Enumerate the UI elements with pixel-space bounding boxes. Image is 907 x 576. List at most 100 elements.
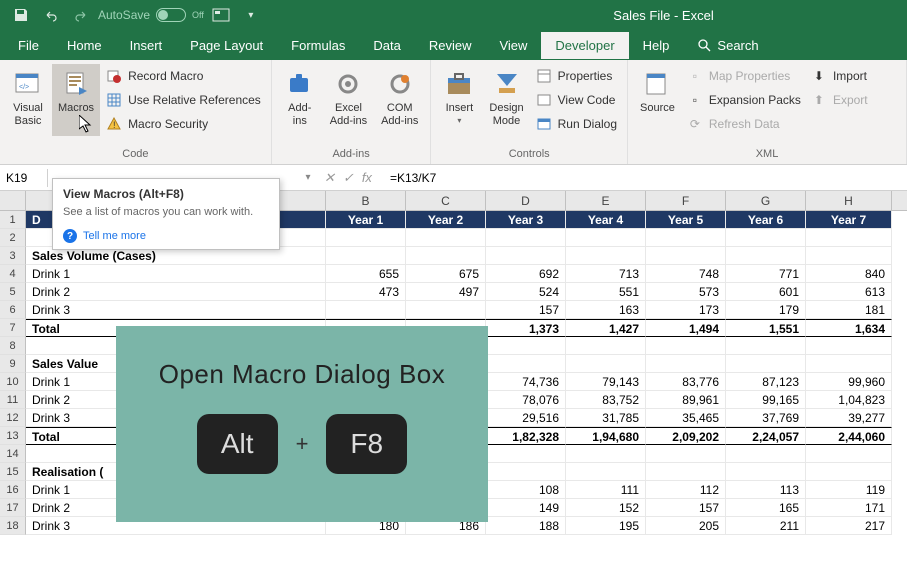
cell[interactable]: Year 2: [406, 211, 486, 229]
cell[interactable]: 840: [806, 265, 892, 283]
row-header[interactable]: 13: [0, 427, 26, 445]
customize-qat-icon[interactable]: ▾: [238, 2, 264, 28]
cell[interactable]: Year 4: [566, 211, 646, 229]
cell[interactable]: 179: [726, 301, 806, 319]
properties-button[interactable]: Properties: [532, 64, 621, 88]
cell[interactable]: [806, 445, 892, 463]
cell[interactable]: 2,44,060: [806, 427, 892, 445]
cell[interactable]: [726, 445, 806, 463]
cell[interactable]: [566, 355, 646, 373]
cell[interactable]: 113: [726, 481, 806, 499]
cell[interactable]: 2,09,202: [646, 427, 726, 445]
cell[interactable]: 39,277: [806, 409, 892, 427]
cell[interactable]: [486, 355, 566, 373]
field-icon[interactable]: [208, 2, 234, 28]
tab-review[interactable]: Review: [415, 32, 486, 59]
row-header[interactable]: 12: [0, 409, 26, 427]
cell[interactable]: 1,94,680: [566, 427, 646, 445]
cell[interactable]: 473: [326, 283, 406, 301]
cell[interactable]: 217: [806, 517, 892, 535]
cell[interactable]: [566, 229, 646, 247]
cell[interactable]: Drink 3: [26, 301, 326, 319]
view-code-button[interactable]: View Code: [532, 88, 621, 112]
cell[interactable]: [646, 229, 726, 247]
macro-security-button[interactable]: ! Macro Security: [102, 112, 265, 136]
cell[interactable]: 29,516: [486, 409, 566, 427]
cell[interactable]: [806, 355, 892, 373]
tell-me-search[interactable]: Search: [683, 32, 772, 59]
row-header[interactable]: 18: [0, 517, 26, 535]
cell[interactable]: [806, 229, 892, 247]
column-header[interactable]: G: [726, 191, 806, 210]
cell[interactable]: [486, 247, 566, 265]
run-dialog-button[interactable]: Run Dialog: [532, 112, 621, 136]
use-relative-references-button[interactable]: Use Relative References: [102, 88, 265, 112]
column-header[interactable]: C: [406, 191, 486, 210]
tab-formulas[interactable]: Formulas: [277, 32, 359, 59]
cell[interactable]: 211: [726, 517, 806, 535]
cell[interactable]: 149: [486, 499, 566, 517]
cell[interactable]: 524: [486, 283, 566, 301]
visual-basic-button[interactable]: </> Visual Basic: [6, 64, 50, 136]
cell[interactable]: [726, 337, 806, 355]
cell[interactable]: 748: [646, 265, 726, 283]
cell[interactable]: 89,961: [646, 391, 726, 409]
tell-me-more-link[interactable]: ? Tell me more: [63, 229, 269, 243]
cell[interactable]: 1,551: [726, 319, 806, 337]
cell[interactable]: [646, 247, 726, 265]
cell[interactable]: 31,785: [566, 409, 646, 427]
cell[interactable]: 655: [326, 265, 406, 283]
cell[interactable]: 497: [406, 283, 486, 301]
cell[interactable]: 1,494: [646, 319, 726, 337]
cell[interactable]: 675: [406, 265, 486, 283]
cell[interactable]: 713: [566, 265, 646, 283]
cell[interactable]: 613: [806, 283, 892, 301]
row-header[interactable]: 6: [0, 301, 26, 319]
row-header[interactable]: 7: [0, 319, 26, 337]
cell[interactable]: 1,427: [566, 319, 646, 337]
cell[interactable]: [566, 445, 646, 463]
cell[interactable]: 83,752: [566, 391, 646, 409]
cell[interactable]: [806, 337, 892, 355]
cell[interactable]: [646, 355, 726, 373]
cell[interactable]: 173: [646, 301, 726, 319]
expansion-packs-button[interactable]: ▫ Expansion Packs: [683, 88, 805, 112]
cell[interactable]: 74,736: [486, 373, 566, 391]
cell[interactable]: 78,076: [486, 391, 566, 409]
cell[interactable]: 601: [726, 283, 806, 301]
row-header[interactable]: 2: [0, 229, 26, 247]
cell[interactable]: 37,769: [726, 409, 806, 427]
cell[interactable]: 112: [646, 481, 726, 499]
save-icon[interactable]: [8, 2, 34, 28]
cell[interactable]: 165: [726, 499, 806, 517]
cell[interactable]: 83,776: [646, 373, 726, 391]
tab-home[interactable]: Home: [53, 32, 116, 59]
cell[interactable]: [486, 337, 566, 355]
cell[interactable]: Year 3: [486, 211, 566, 229]
cell[interactable]: [566, 337, 646, 355]
addins-button[interactable]: Add- ins: [278, 64, 322, 132]
fx-icon[interactable]: fx: [362, 170, 372, 186]
row-header[interactable]: 10: [0, 373, 26, 391]
cell[interactable]: 119: [806, 481, 892, 499]
cell[interactable]: Drink 2: [26, 283, 326, 301]
tab-view[interactable]: View: [485, 32, 541, 59]
cell[interactable]: 573: [646, 283, 726, 301]
cell[interactable]: 87,123: [726, 373, 806, 391]
cell[interactable]: 1,373: [486, 319, 566, 337]
row-header[interactable]: 8: [0, 337, 26, 355]
cell[interactable]: 171: [806, 499, 892, 517]
cell[interactable]: [726, 463, 806, 481]
cell[interactable]: [806, 463, 892, 481]
row-header[interactable]: 5: [0, 283, 26, 301]
row-header[interactable]: 15: [0, 463, 26, 481]
cell[interactable]: [326, 301, 406, 319]
name-box[interactable]: K19: [0, 169, 48, 187]
cancel-formula-icon[interactable]: ✕: [324, 170, 335, 186]
cell[interactable]: [566, 463, 646, 481]
cell[interactable]: [486, 463, 566, 481]
cell[interactable]: 551: [566, 283, 646, 301]
cell[interactable]: [406, 301, 486, 319]
cell[interactable]: 2,24,057: [726, 427, 806, 445]
row-header[interactable]: 3: [0, 247, 26, 265]
